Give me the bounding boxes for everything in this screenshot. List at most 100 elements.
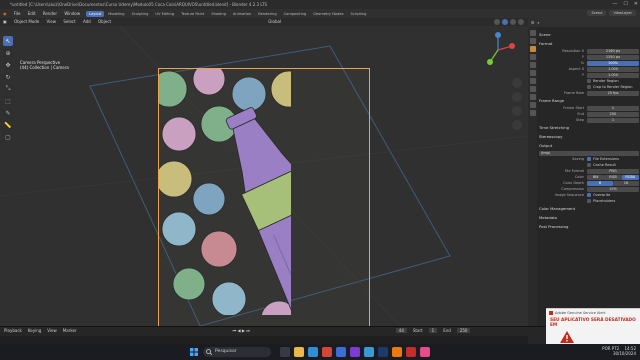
file-explorer-icon[interactable] [294, 347, 304, 357]
format-panel-header[interactable]: Format [539, 39, 639, 48]
app2-icon[interactable] [406, 347, 416, 357]
store-icon[interactable] [364, 347, 374, 357]
overwrite-checkbox[interactable] [587, 193, 591, 197]
depth-16-button[interactable]: 16 [613, 180, 639, 186]
timeline-ruler[interactable] [0, 336, 528, 344]
mail-icon[interactable] [336, 347, 346, 357]
color-bw-button[interactable]: BW [587, 174, 605, 180]
file-format-select[interactable]: PNG [587, 168, 639, 174]
chrome-icon[interactable] [322, 347, 332, 357]
placeholders-checkbox[interactable] [587, 199, 591, 203]
select-menu[interactable]: Select [63, 19, 75, 24]
view-layer-selector[interactable]: ViewLayer [609, 10, 636, 16]
current-frame-field[interactable]: 44 [395, 328, 407, 333]
menu-edit[interactable]: Edit [28, 11, 36, 16]
render-region-checkbox[interactable] [587, 79, 591, 83]
measure-icon[interactable]: 📏 [3, 120, 13, 130]
menu-render[interactable]: Render [43, 11, 57, 16]
pan-icon[interactable] [512, 92, 522, 102]
object-menu[interactable]: Object [98, 19, 111, 24]
post-processing-header[interactable]: Post Processing [539, 222, 639, 231]
app3-icon[interactable] [420, 347, 430, 357]
marker-menu[interactable]: Marker [63, 328, 77, 333]
output-path-field[interactable]: /tmp\ [539, 150, 639, 156]
blender-icon[interactable] [392, 347, 402, 357]
system-tray[interactable]: POR PT2 14:52 30/10/2024 [602, 346, 636, 356]
color-management-header[interactable]: Color Management [539, 204, 639, 213]
keying-menu[interactable]: Keying [28, 328, 41, 333]
close-icon[interactable]: ✕ [634, 0, 638, 9]
navigation-gizmo[interactable] [478, 30, 518, 70]
view-menu[interactable]: View [47, 19, 57, 24]
tab-rendering[interactable]: Rendering [255, 11, 279, 17]
taskbar-search[interactable]: Pesquisar [203, 347, 271, 357]
time-stretching-header[interactable]: Time Stretching [539, 123, 639, 132]
world-tab-icon[interactable] [529, 70, 536, 76]
resolution-percent-field[interactable]: 100% [587, 60, 639, 66]
move-icon[interactable]: ✥ [3, 60, 13, 70]
physics-tab-icon[interactable] [529, 94, 536, 100]
menu-file[interactable]: File [14, 11, 21, 16]
menu-window[interactable]: Window [64, 11, 80, 16]
rendered-shading-icon[interactable] [518, 19, 524, 25]
windows-start-icon[interactable] [190, 348, 198, 356]
camera-view-icon[interactable] [512, 106, 522, 116]
frame-end-field[interactable]: 250 [587, 111, 639, 117]
frame-range-header[interactable]: Frame Range [539, 96, 639, 105]
aspect-y-field[interactable]: 1.000 [587, 72, 639, 78]
end-frame-field[interactable]: 250 [456, 328, 471, 333]
scale-icon[interactable]: ⤡ [3, 84, 13, 94]
edge-icon[interactable] [308, 347, 318, 357]
playback-menu[interactable]: Playback [4, 328, 22, 333]
maximize-icon[interactable]: ☐ [623, 0, 627, 9]
aspect-x-field[interactable]: 1.000 [587, 66, 639, 72]
tool-tab-icon[interactable] [529, 30, 536, 36]
transform-icon[interactable]: ⬚ [3, 96, 13, 106]
photoshop-icon[interactable] [378, 347, 388, 357]
depth-8-button[interactable]: 8 [587, 180, 613, 186]
zoom-icon[interactable] [512, 78, 522, 88]
compression-slider[interactable]: 15% [587, 186, 639, 192]
frame-rate-select[interactable]: 25 fps [587, 90, 639, 96]
tab-sculpting[interactable]: Sculpting [129, 11, 152, 17]
solid-shading-icon[interactable] [502, 19, 508, 25]
data-tab-icon[interactable] [529, 110, 536, 116]
output-tab-icon[interactable] [529, 46, 536, 52]
task-view-icon[interactable] [280, 347, 290, 357]
start-frame-field[interactable]: 1 [428, 328, 438, 333]
view-menu[interactable]: View [47, 328, 57, 333]
resolution-y-field[interactable]: 1350 px [587, 54, 639, 60]
scene-tab-icon[interactable] [529, 62, 536, 68]
frame-step-field[interactable]: 1 [587, 117, 639, 123]
stereoscopy-header[interactable]: Stereoscopy [539, 132, 639, 141]
3d-viewport[interactable]: Camera Perspective (44) Collection | Cam… [0, 26, 528, 326]
play-controls[interactable]: ⏮ ◀ ▶ ⏭ [233, 328, 250, 333]
tab-geometry-nodes[interactable]: Geometry Nodes [310, 11, 346, 17]
blender-logo-icon[interactable]: ◉ [3, 11, 7, 16]
mode-selector[interactable]: Object Mode [14, 19, 39, 24]
search-icon[interactable]: ⌕ [537, 20, 539, 25]
notification-toast[interactable]: Adobe Genuine Service Alert SEU APLICATI… [546, 308, 640, 344]
render-tab-icon[interactable] [529, 38, 536, 44]
modifier-tab-icon[interactable] [529, 86, 536, 92]
tab-scripting[interactable]: Scripting [347, 11, 369, 17]
view-layer-tab-icon[interactable] [529, 54, 536, 60]
output-panel-header[interactable]: Output [539, 141, 639, 150]
tab-uv-editing[interactable]: UV Editing [152, 11, 177, 17]
crop-checkbox[interactable] [587, 85, 591, 89]
file-extensions-checkbox[interactable] [587, 157, 591, 161]
constraints-tab-icon[interactable] [529, 102, 536, 108]
wireframe-shading-icon[interactable] [494, 19, 500, 25]
add-cube-icon[interactable]: ▢ [3, 132, 13, 142]
color-rgba-button[interactable]: RGBA [621, 174, 639, 180]
transform-orientation[interactable]: Global [268, 19, 281, 24]
object-tab-icon[interactable] [529, 78, 536, 84]
frame-start-field[interactable]: 1 [587, 105, 639, 111]
tab-compositing[interactable]: Compositing [281, 11, 310, 17]
editor-type-icon[interactable]: ▣ [3, 19, 7, 24]
tab-modeling[interactable]: Modeling [105, 11, 127, 17]
tab-texture-paint[interactable]: Texture Paint [178, 11, 207, 17]
select-box-icon[interactable]: ↖ [3, 36, 13, 46]
tab-layout[interactable]: Layout [86, 10, 105, 17]
add-menu[interactable]: Add [83, 19, 91, 24]
